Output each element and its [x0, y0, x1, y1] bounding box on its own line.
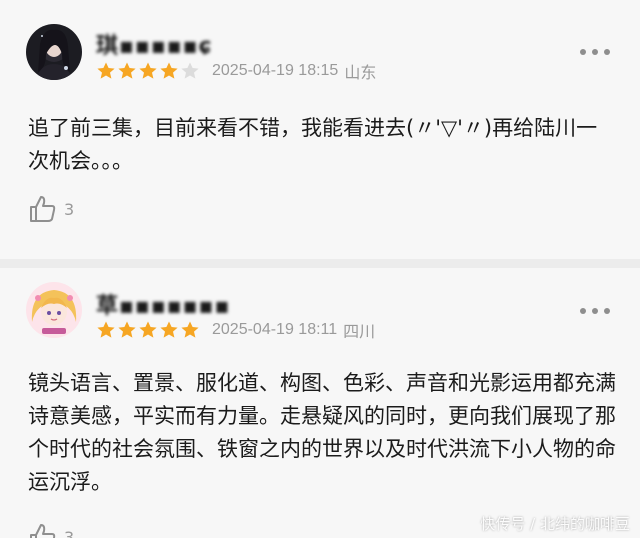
- avatar[interactable]: [26, 282, 82, 338]
- star-filled-icon: [139, 62, 157, 79]
- more-dots-icon: [580, 308, 586, 314]
- more-dots-icon: [580, 49, 586, 55]
- avatar[interactable]: [26, 24, 82, 80]
- star-filled-icon: [181, 321, 199, 338]
- more-options-button[interactable]: [580, 45, 610, 59]
- review-text: 追了前三集，目前来看不错，我能看进去(〃'▽'〃)再给陆川一次机会。。。: [28, 116, 598, 173]
- review-feed: 琪▪▪▪▪▪ɕ 2025-04-19 18:15 山东 追了前三集，目前来看不错…: [0, 0, 640, 538]
- review-timestamp: 2025-04-19 18:11: [212, 321, 338, 338]
- review-timestamp: 2025-04-19 18:15: [212, 62, 339, 79]
- star-filled-icon: [97, 321, 115, 338]
- review-meta: 2025-04-19 18:15 山东: [96, 59, 376, 83]
- like-button[interactable]: 3: [28, 522, 74, 538]
- review-meta: 2025-04-19 18:11 四川: [96, 318, 375, 342]
- star-rating: [96, 61, 200, 81]
- star-filled-icon: [160, 321, 178, 338]
- review-card: 琪▪▪▪▪▪ɕ 2025-04-19 18:15 山东 追了前三集，目前来看不错…: [0, 0, 640, 260]
- review-text: 镜头语言、置景、服化道、构图、色彩、声音和光影运用都充满诗意美感，平实而有力量。…: [28, 371, 616, 494]
- star-filled-icon: [118, 321, 136, 338]
- divider: [0, 259, 640, 268]
- username[interactable]: 草▪▪▪▪▪▪▪: [96, 288, 230, 320]
- more-options-button[interactable]: [580, 304, 610, 318]
- star-empty-icon: [181, 62, 199, 79]
- like-button[interactable]: 3: [28, 194, 74, 224]
- like-count: 3: [64, 527, 75, 538]
- review-card: 草▪▪▪▪▪▪▪ 2025-04-19 18:11 四川 镜头语言、置景、服化道…: [0, 268, 640, 538]
- star-filled-icon: [118, 62, 136, 79]
- star-rating: [96, 320, 200, 340]
- thumbs-up-icon: [30, 524, 56, 538]
- thumbs-up-icon: [30, 196, 56, 222]
- star-filled-icon: [160, 62, 178, 79]
- star-filled-icon: [97, 62, 115, 79]
- like-count: 3: [64, 199, 75, 219]
- watermark: 快传号 / 北纬的咖啡豆: [480, 515, 630, 533]
- review-location: 四川: [343, 324, 376, 341]
- star-filled-icon: [139, 321, 157, 338]
- username[interactable]: 琪▪▪▪▪▪ɕ: [96, 28, 213, 60]
- review-location: 山东: [344, 65, 377, 82]
